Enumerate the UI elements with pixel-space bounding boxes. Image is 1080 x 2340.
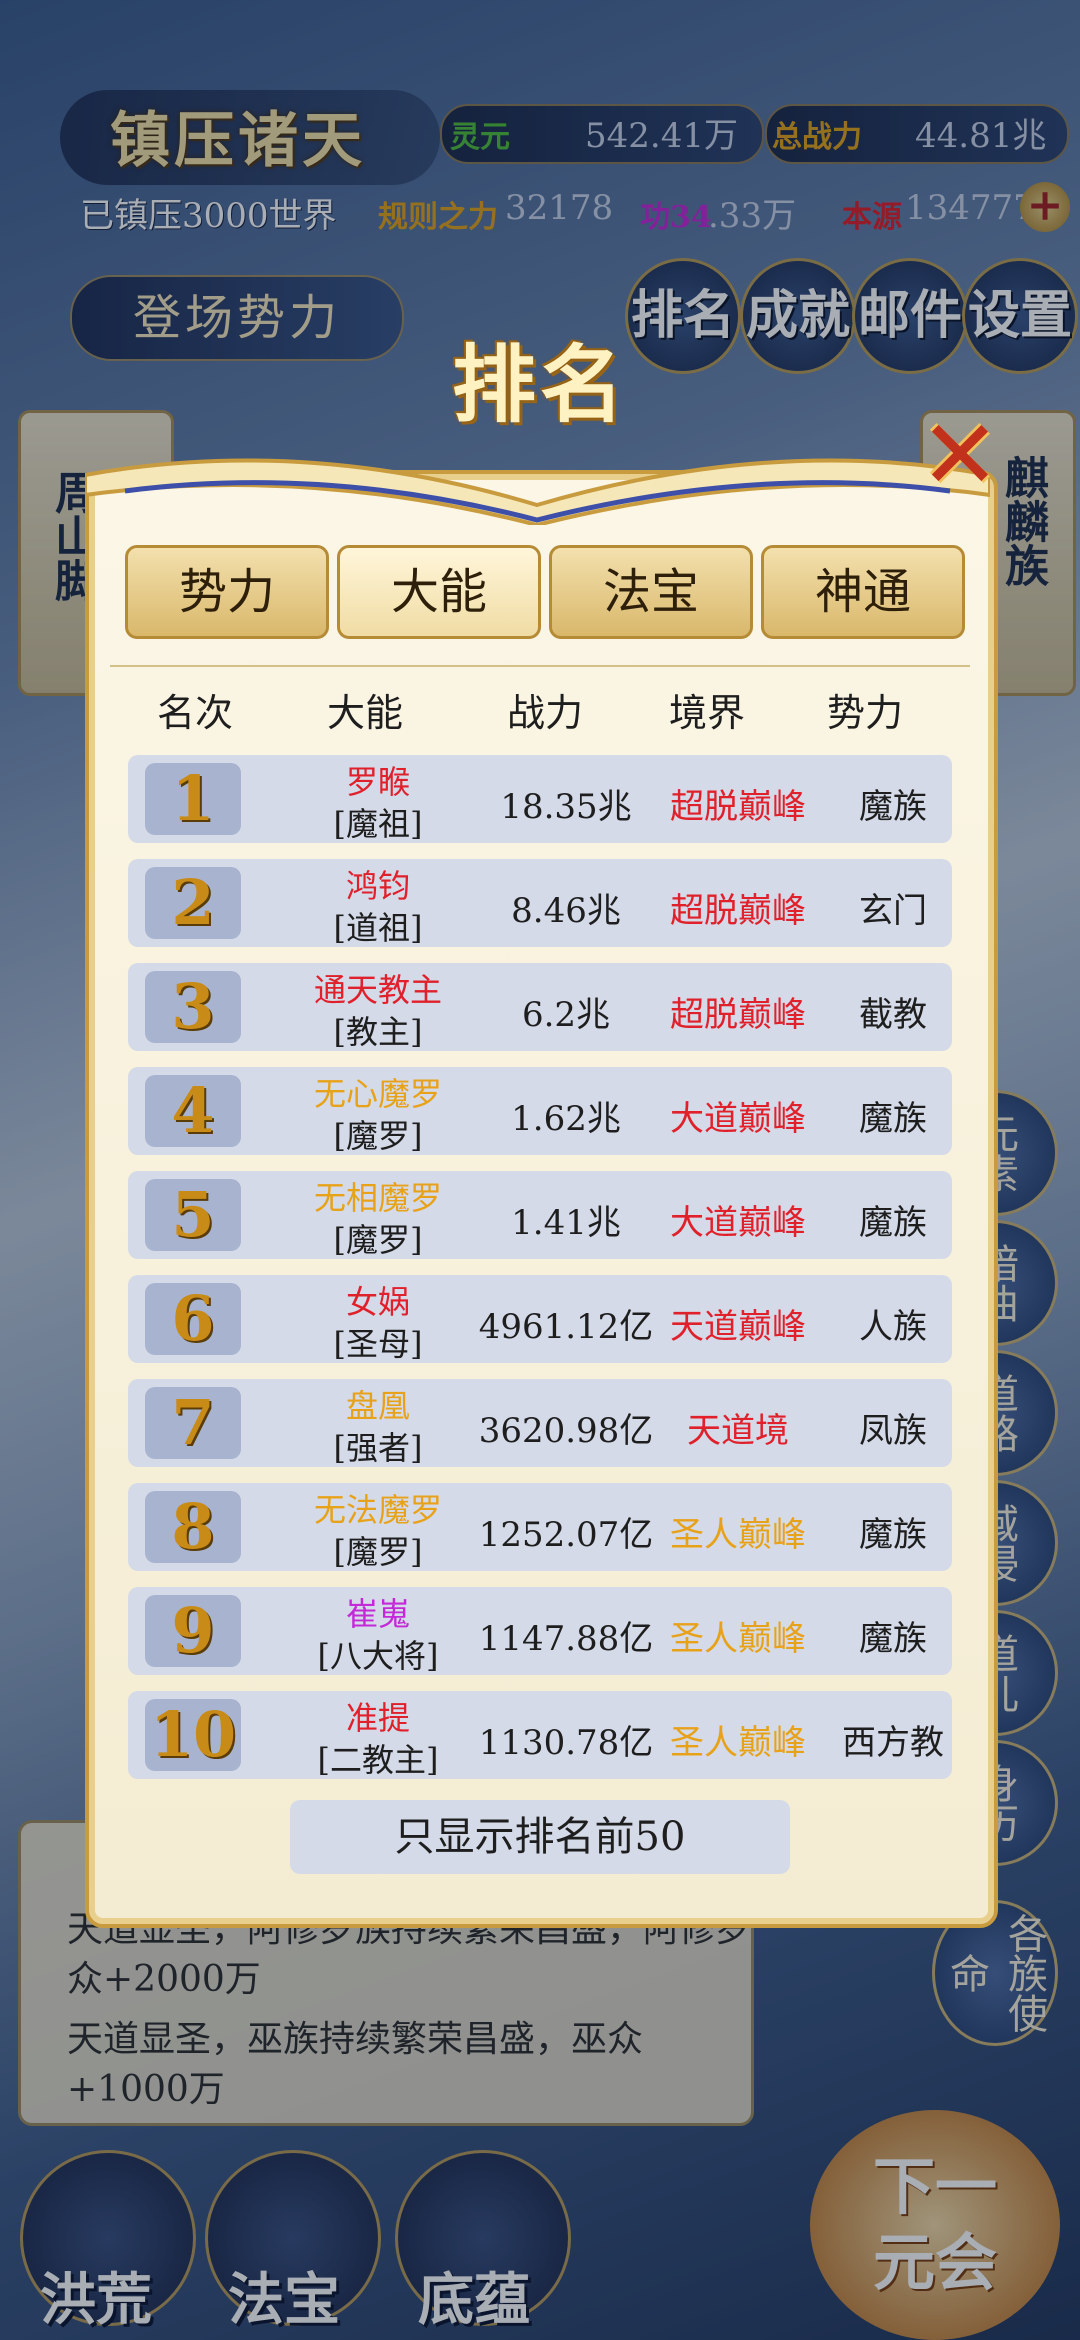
rank-number: 1 — [145, 763, 241, 835]
realm-value: 圣人巅峰 — [670, 1619, 806, 1659]
table-row[interactable]: 6 女娲 [圣母] 4961.12亿 天道巅峰 人族 — [128, 1275, 952, 1363]
power-name: 盘凰 — [345, 1387, 410, 1425]
faction-value: 魔族 — [859, 1515, 927, 1555]
tab-factions[interactable]: 势力 — [125, 545, 329, 639]
table-row[interactable]: 7 盘凰 [强者] 3620.98亿 天道境 凤族 — [128, 1379, 952, 1467]
power-title: [二教主] — [317, 1741, 439, 1779]
power-value: 1147.88亿 — [478, 1619, 654, 1659]
table-row[interactable]: 4 无心魔罗 [魔罗] 1.62兆 大道巅峰 魔族 — [128, 1067, 952, 1155]
rank-number: 9 — [145, 1595, 241, 1667]
power-name: 罗睺 — [345, 763, 410, 801]
tab-treasures[interactable]: 法宝 — [549, 545, 753, 639]
table-row[interactable]: 9 崔嵬 [八大将] 1147.88亿 圣人巅峰 魔族 — [128, 1587, 952, 1675]
rank-number: 7 — [145, 1387, 241, 1459]
power-title: [魔罗] — [333, 1221, 423, 1259]
power-value: 6.2兆 — [521, 995, 611, 1035]
faction-value: 魔族 — [859, 1619, 927, 1659]
power-value: 4961.12亿 — [478, 1307, 654, 1347]
table-row[interactable]: 5 无相魔罗 [魔罗] 1.41兆 大道巅峰 魔族 — [128, 1171, 952, 1259]
tabs-divider — [110, 665, 970, 667]
power-name: 无法魔罗 — [313, 1491, 442, 1529]
power-name: 女娲 — [345, 1283, 410, 1321]
rank-number: 10 — [145, 1699, 241, 1771]
rank-number: 8 — [145, 1491, 241, 1563]
col-rank: 名次 — [156, 691, 233, 735]
power-value: 1252.07亿 — [478, 1515, 654, 1555]
faction-value: 凤族 — [859, 1411, 927, 1451]
power-title: [道祖] — [333, 909, 423, 947]
faction-value: 截教 — [859, 995, 927, 1035]
tab-bar: 势力 大能 法宝 神通 — [125, 545, 965, 639]
col-name: 大能 — [326, 691, 403, 735]
power-title: [教主] — [333, 1013, 423, 1051]
faction-value: 魔族 — [859, 787, 927, 827]
faction-value: 西方教 — [842, 1723, 944, 1763]
col-faction: 势力 — [826, 691, 903, 735]
power-title: [魔罗] — [333, 1117, 423, 1155]
col-realm: 境界 — [668, 691, 745, 735]
realm-value: 天道巅峰 — [670, 1307, 806, 1347]
power-name: 通天教主 — [313, 971, 442, 1009]
power-value: 18.35兆 — [500, 787, 632, 827]
realm-value: 大道巅峰 — [670, 1203, 806, 1243]
realm-value: 大道巅峰 — [670, 1099, 806, 1139]
realm-value: 超脱巅峰 — [670, 787, 806, 827]
realm-value: 圣人巅峰 — [670, 1723, 806, 1763]
table-row[interactable]: 1 罗睺 [魔祖] 18.35兆 超脱巅峰 魔族 — [128, 755, 952, 843]
power-title: [圣母] — [333, 1325, 423, 1363]
table-row[interactable]: 3 通天教主 [教主] 6.2兆 超脱巅峰 截教 — [128, 963, 952, 1051]
top50-note: 只显示排名前50 — [290, 1800, 790, 1874]
power-value: 8.46兆 — [511, 891, 621, 931]
power-name: 崔嵬 — [345, 1595, 410, 1633]
realm-value: 超脱巅峰 — [670, 995, 806, 1035]
power-name: 无心魔罗 — [313, 1075, 442, 1113]
faction-value: 玄门 — [859, 891, 927, 931]
table-row[interactable]: 8 无法魔罗 [魔罗] 1252.07亿 圣人巅峰 魔族 — [128, 1483, 952, 1571]
table-row[interactable]: 2 鸿钧 [道祖] 8.46兆 超脱巅峰 玄门 — [128, 859, 952, 947]
power-name: 鸿钧 — [345, 867, 410, 905]
table-row[interactable]: 10 准提 [二教主] 1130.78亿 圣人巅峰 西方教 — [128, 1691, 952, 1779]
power-title: [八大将] — [317, 1637, 439, 1675]
rank-number: 5 — [145, 1179, 241, 1251]
power-value: 3620.98亿 — [478, 1411, 654, 1451]
modal-title: 排名 — [451, 335, 628, 434]
rank-number: 4 — [145, 1075, 241, 1147]
col-power: 战力 — [506, 691, 583, 735]
power-name: 无相魔罗 — [313, 1179, 442, 1217]
realm-value: 圣人巅峰 — [670, 1515, 806, 1555]
power-name: 准提 — [345, 1699, 410, 1737]
book-ornament — [85, 458, 990, 525]
power-title: [魔罗] — [333, 1533, 423, 1571]
rank-number: 2 — [145, 867, 241, 939]
power-title: [魔祖] — [333, 805, 423, 843]
rank-number: 3 — [145, 971, 241, 1043]
power-title: [强者] — [333, 1429, 423, 1467]
faction-value: 魔族 — [859, 1099, 927, 1139]
power-value: 1130.78亿 — [478, 1723, 654, 1763]
tab-skills[interactable]: 神通 — [761, 545, 965, 639]
power-value: 1.41兆 — [511, 1203, 621, 1243]
faction-value: 魔族 — [859, 1203, 927, 1243]
realm-value: 天道境 — [687, 1411, 789, 1451]
tab-powers[interactable]: 大能 — [337, 545, 541, 639]
realm-value: 超脱巅峰 — [670, 891, 806, 931]
close-icon[interactable]: ✕ — [915, 407, 1005, 503]
power-value: 1.62兆 — [511, 1099, 621, 1139]
rank-number: 6 — [145, 1283, 241, 1355]
faction-value: 人族 — [859, 1307, 927, 1347]
